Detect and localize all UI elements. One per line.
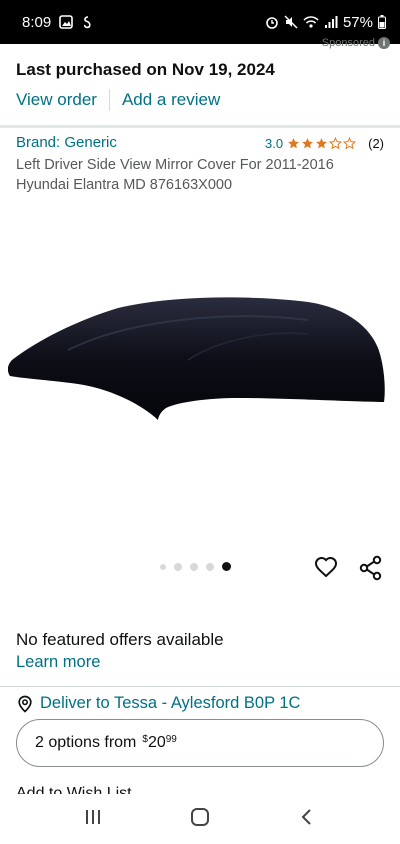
learn-more-link[interactable]: Learn more	[16, 653, 100, 672]
product-image[interactable]	[7, 290, 392, 430]
status-time: 8:09	[22, 13, 52, 31]
info-icon[interactable]: i	[378, 37, 390, 49]
last-purchased-title: Last purchased on Nov 19, 2024	[16, 60, 275, 79]
purchase-links: View order Add a review	[16, 89, 220, 111]
status-left: 8:09	[22, 14, 95, 31]
brand-link[interactable]: Brand: Generic	[16, 134, 117, 151]
price-fraction: 99	[165, 734, 177, 745]
battery-percent: 57%	[342, 13, 373, 31]
no-featured-offers: No featured offers available	[16, 630, 224, 649]
deliver-to-text: Deliver to Tessa - Aylesford B0P 1C	[40, 694, 301, 712]
mirror-cover-image	[7, 297, 385, 420]
recent-apps-icon[interactable]	[83, 807, 103, 832]
heart-icon	[314, 556, 338, 578]
share-button[interactable]	[358, 555, 384, 581]
add-to-wish-list-link[interactable]: Add to Wish List	[16, 784, 132, 794]
wishlist-heart-button[interactable]	[314, 555, 338, 579]
star-filled-icon	[288, 138, 300, 149]
view-order-link[interactable]: View order	[16, 90, 97, 110]
image-icon	[59, 15, 74, 29]
sponsored-text: Sponsored	[321, 37, 375, 49]
system-nav-bar	[0, 794, 400, 844]
price-whole: 20	[147, 734, 166, 751]
rating[interactable]: 3.0 (2)	[265, 136, 384, 151]
star-empty-icon	[343, 137, 357, 150]
rating-count: (2)	[368, 136, 384, 151]
add-review-link[interactable]: Add a review	[122, 90, 220, 110]
carousel-dot[interactable]	[190, 562, 198, 571]
alarm-icon	[265, 15, 279, 29]
battery-icon	[378, 15, 386, 29]
delivery-divider	[0, 686, 400, 687]
star-filled-icon	[316, 138, 328, 149]
share-icon	[359, 555, 382, 581]
deliver-to-link[interactable]: Deliver to Tessa - Aylesford B0P 1C	[16, 694, 300, 713]
section-divider	[0, 125, 400, 128]
star-filled-icon	[302, 138, 314, 149]
carousel-dot[interactable]	[206, 562, 214, 571]
wifi-icon	[303, 15, 319, 29]
status-right: 57%	[265, 14, 386, 31]
carousel-dot[interactable]	[174, 562, 182, 571]
rating-value: 3.0	[265, 136, 284, 151]
home-icon[interactable]	[189, 806, 211, 833]
signal-icon	[324, 15, 338, 29]
product-title: Left Driver Side View Mirror Cover For 2…	[16, 157, 334, 193]
options-label: 2 options from	[35, 734, 137, 751]
link-divider	[108, 89, 110, 111]
mute-icon	[284, 15, 298, 29]
sponsored-label[interactable]: Sponsored i	[322, 37, 390, 49]
options-price: $ 20 99	[142, 734, 176, 752]
carousel-dot[interactable]	[160, 563, 166, 570]
star-empty-icon	[329, 137, 343, 150]
location-pin-icon	[18, 695, 32, 713]
image-carousel-dots[interactable]	[160, 562, 231, 571]
back-icon[interactable]	[297, 807, 317, 832]
carousel-dot-active[interactable]	[222, 562, 231, 571]
thread-icon	[81, 15, 95, 29]
star-rating	[287, 137, 357, 150]
options-button[interactable]: 2 options from $ 20 99	[16, 719, 384, 767]
